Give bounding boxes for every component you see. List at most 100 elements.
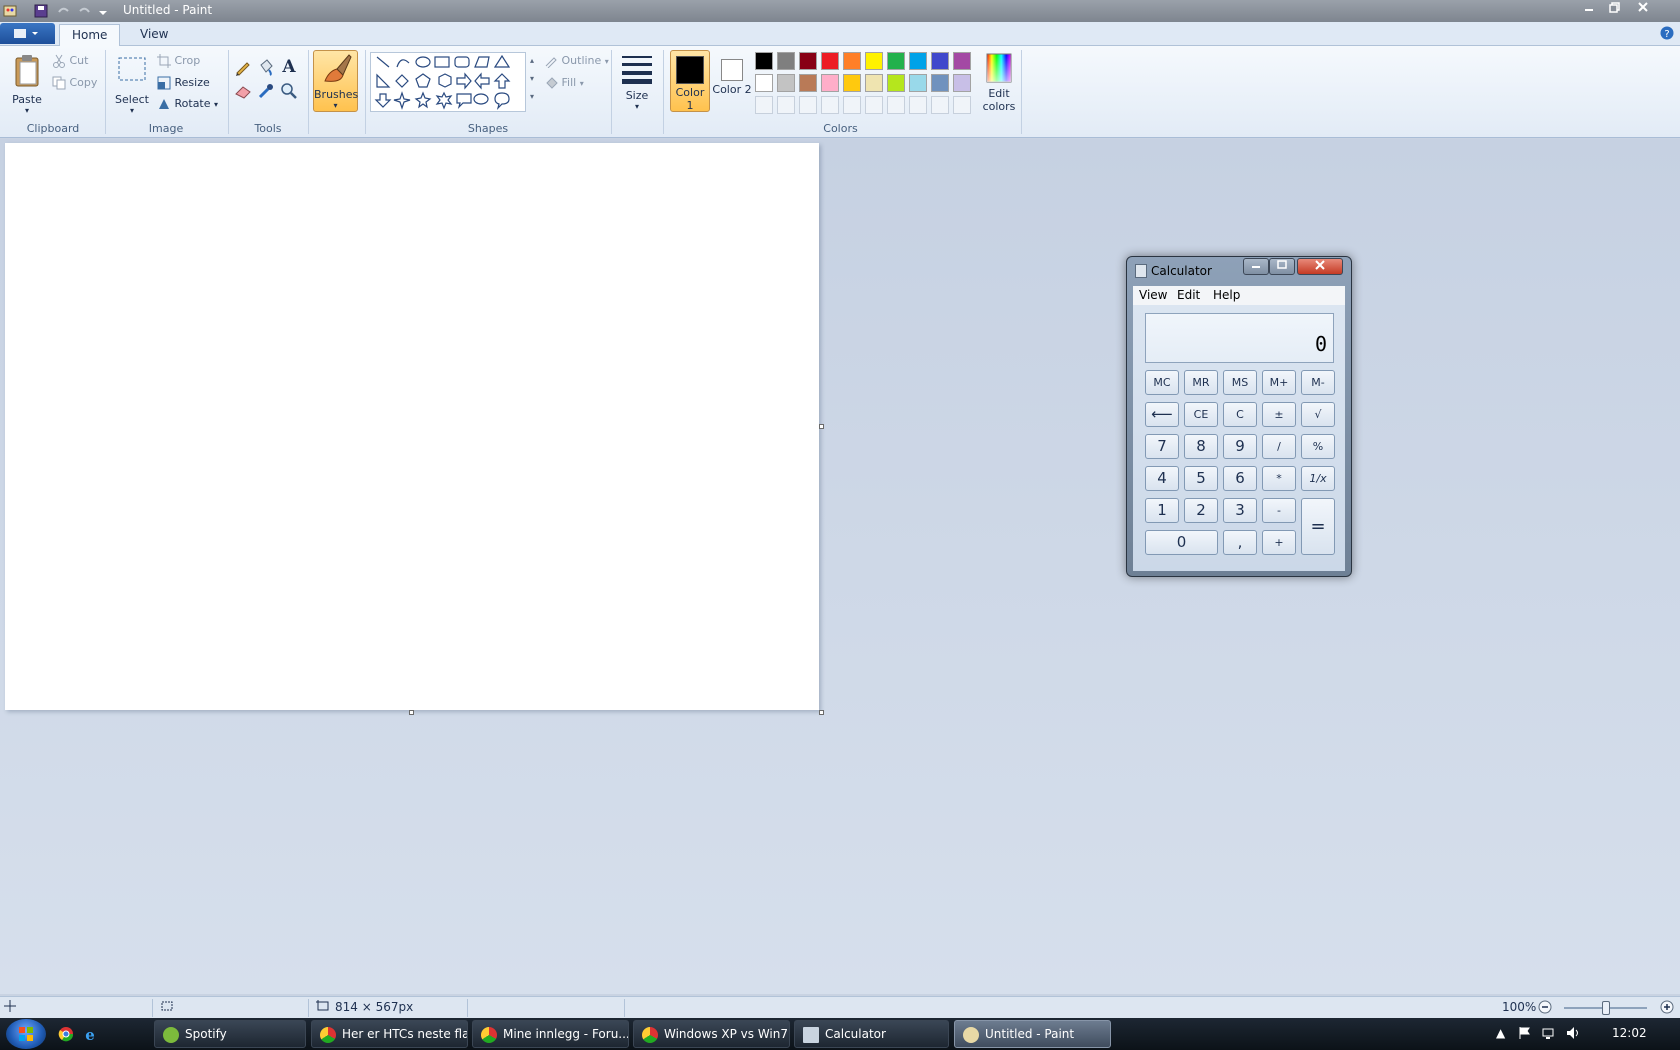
rotate-button[interactable]: Rotate ▾ [157, 97, 218, 111]
paint-app-icon[interactable] [2, 3, 18, 19]
key-sign[interactable]: ± [1262, 402, 1296, 427]
text-tool-icon[interactable]: A [280, 56, 298, 79]
key-0[interactable]: 0 [1145, 530, 1218, 555]
key-c[interactable]: C [1223, 402, 1257, 427]
color-swatch[interactable] [799, 74, 817, 92]
key-backspace[interactable]: ⟵ [1145, 402, 1179, 427]
key-multiply[interactable]: * [1262, 466, 1296, 491]
color-swatch[interactable] [953, 52, 971, 70]
color-swatch[interactable] [865, 52, 883, 70]
custom-color-slot[interactable] [909, 96, 927, 114]
key-mr[interactable]: MR [1184, 370, 1218, 395]
key-reciprocal[interactable]: 1/x [1301, 466, 1335, 491]
shapes-scroll[interactable]: ▴ ▾ ▾ [527, 52, 537, 112]
calculator-minimize-button[interactable] [1243, 258, 1269, 275]
pencil-icon[interactable] [234, 58, 252, 79]
key-mc[interactable]: MC [1145, 370, 1179, 395]
start-button[interactable] [6, 1019, 46, 1049]
fill-button[interactable]: Fill ▾ [544, 76, 584, 90]
resize-button[interactable]: Resize [157, 76, 210, 90]
key-m-minus[interactable]: M- [1301, 370, 1335, 395]
color-swatch[interactable] [843, 74, 861, 92]
color2-button[interactable]: Color 2 [712, 50, 752, 112]
drawing-canvas[interactable] [5, 143, 819, 710]
paste-button[interactable]: Paste ▾ [10, 52, 44, 115]
restore-button[interactable] [1602, 0, 1628, 18]
key-ce[interactable]: CE [1184, 402, 1218, 427]
resize-handle-corner[interactable] [819, 710, 824, 715]
color-swatch[interactable] [777, 74, 795, 92]
key-decimal[interactable]: , [1223, 530, 1257, 555]
custom-color-slot[interactable] [821, 96, 839, 114]
resize-handle-right[interactable] [819, 424, 824, 429]
color1-button[interactable]: Color 1 [670, 50, 710, 112]
color-swatch[interactable] [909, 52, 927, 70]
key-8[interactable]: 8 [1184, 434, 1218, 459]
key-6[interactable]: 6 [1223, 466, 1257, 491]
taskbar-item-calculator[interactable]: Calculator [794, 1020, 949, 1048]
taskbar-item-chrome-htc[interactable]: Her er HTCs neste fla... [311, 1020, 468, 1048]
close-button[interactable] [1630, 0, 1656, 18]
show-hidden-icons-icon[interactable]: ▲ [1496, 1026, 1505, 1040]
color-swatch[interactable] [953, 74, 971, 92]
custom-color-slot[interactable] [755, 96, 773, 114]
key-subtract[interactable]: - [1262, 498, 1296, 523]
color-swatch[interactable] [799, 52, 817, 70]
custom-color-slot[interactable] [777, 96, 795, 114]
select-button[interactable]: Select ▾ [113, 52, 151, 115]
key-sqrt[interactable]: √ [1301, 402, 1335, 427]
taskbar-item-spotify[interactable]: Spotify [154, 1020, 306, 1048]
key-divide[interactable]: / [1262, 434, 1296, 459]
size-button[interactable]: Size ▾ [618, 52, 656, 111]
color-picker-icon[interactable] [257, 82, 275, 103]
key-7[interactable]: 7 [1145, 434, 1179, 459]
color-swatch[interactable] [821, 52, 839, 70]
key-equals[interactable]: = [1301, 498, 1335, 555]
custom-color-slot[interactable] [953, 96, 971, 114]
color-swatch[interactable] [755, 52, 773, 70]
calculator-maximize-button[interactable] [1269, 258, 1295, 275]
save-icon[interactable] [33, 3, 49, 19]
custom-color-slot[interactable] [887, 96, 905, 114]
key-3[interactable]: 3 [1223, 498, 1257, 523]
taskbar-item-paint[interactable]: Untitled - Paint [954, 1020, 1111, 1048]
fill-bucket-icon[interactable] [257, 58, 275, 79]
copy-button[interactable]: Copy [52, 76, 97, 90]
custom-color-slot[interactable] [799, 96, 817, 114]
calculator-menu-edit[interactable]: Edit [1177, 288, 1200, 302]
paint-menu-button[interactable] [0, 23, 55, 44]
key-4[interactable]: 4 [1145, 466, 1179, 491]
taskbar-item-chrome-windows[interactable]: Windows XP vs Win7... [633, 1020, 790, 1048]
color-swatch[interactable] [821, 74, 839, 92]
color-swatch[interactable] [931, 74, 949, 92]
redo-icon[interactable] [77, 3, 93, 19]
custom-color-slot[interactable] [931, 96, 949, 114]
key-percent[interactable]: % [1301, 434, 1335, 459]
tab-home[interactable]: Home [59, 24, 121, 46]
zoom-out-icon[interactable] [1538, 1000, 1552, 1017]
eraser-icon[interactable] [234, 82, 252, 103]
clock[interactable]: 12:02 [1612, 1026, 1647, 1040]
color-swatch[interactable] [865, 74, 883, 92]
color-swatch[interactable] [777, 52, 795, 70]
help-icon[interactable]: ? [1660, 26, 1674, 43]
color-swatch[interactable] [843, 52, 861, 70]
action-center-flag-icon[interactable] [1518, 1026, 1532, 1043]
minimize-button[interactable] [1576, 0, 1602, 18]
key-9[interactable]: 9 [1223, 434, 1257, 459]
color-swatch[interactable] [887, 52, 905, 70]
calculator-close-button[interactable] [1297, 258, 1343, 275]
zoom-in-icon[interactable] [1660, 1000, 1674, 1017]
magnifier-icon[interactable] [280, 82, 298, 103]
internet-explorer-pinned-icon[interactable]: e [82, 1026, 98, 1045]
crop-button[interactable]: Crop [157, 54, 200, 68]
network-icon[interactable] [1542, 1026, 1556, 1043]
custom-color-slot[interactable] [865, 96, 883, 114]
volume-icon[interactable] [1566, 1026, 1582, 1043]
taskbar-item-chrome-forum[interactable]: Mine innlegg - Foru... [472, 1020, 629, 1048]
color-swatch[interactable] [755, 74, 773, 92]
outline-button[interactable]: Outline ▾ [544, 54, 609, 68]
key-5[interactable]: 5 [1184, 466, 1218, 491]
calculator-menu-help[interactable]: Help [1213, 288, 1240, 302]
shapes-gallery[interactable] [370, 52, 526, 112]
